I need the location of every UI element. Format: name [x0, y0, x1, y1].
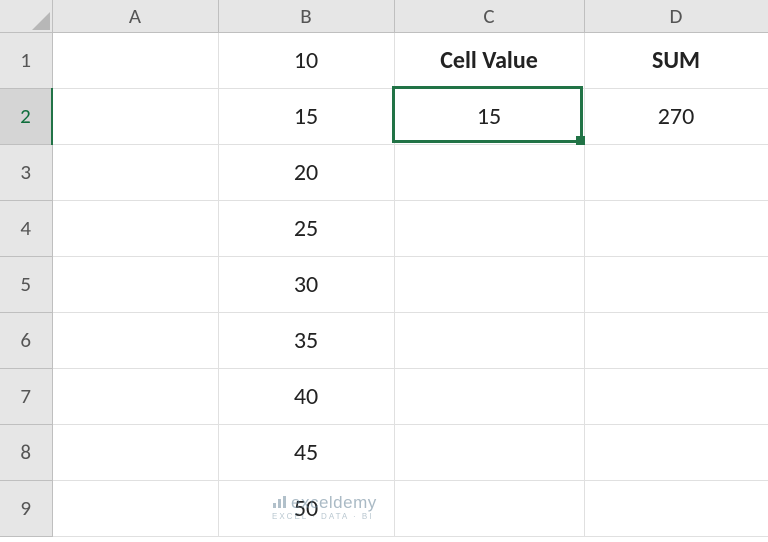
row-head-1[interactable]: 1 [0, 32, 52, 88]
cell-C1[interactable]: Cell Value [394, 32, 584, 88]
cell-A6[interactable] [52, 312, 218, 368]
cell-D7[interactable] [584, 368, 768, 424]
row-head-3[interactable]: 3 [0, 144, 52, 200]
cell-B6[interactable]: 35 [218, 312, 394, 368]
row-9: 9 50 [0, 480, 768, 536]
cell-C2[interactable]: 15 [394, 88, 584, 144]
cell-C3[interactable] [394, 144, 584, 200]
cell-B4[interactable]: 25 [218, 200, 394, 256]
cell-D4[interactable] [584, 200, 768, 256]
col-head-A[interactable]: A [52, 0, 218, 32]
row-5: 5 30 [0, 256, 768, 312]
cell-C9[interactable] [394, 480, 584, 536]
row-1: 1 10 Cell Value SUM [0, 32, 768, 88]
cell-A9[interactable] [52, 480, 218, 536]
row-6: 6 35 [0, 312, 768, 368]
cell-D5[interactable] [584, 256, 768, 312]
cell-D3[interactable] [584, 144, 768, 200]
cell-A2[interactable] [52, 88, 218, 144]
cell-A7[interactable] [52, 368, 218, 424]
cell-B9[interactable]: 50 [218, 480, 394, 536]
row-head-2[interactable]: 2 [0, 88, 52, 144]
cell-C4[interactable] [394, 200, 584, 256]
cell-B2[interactable]: 15 [218, 88, 394, 144]
cell-A3[interactable] [52, 144, 218, 200]
select-all-corner[interactable] [0, 0, 52, 32]
cell-C7[interactable] [394, 368, 584, 424]
row-2: 2 15 15 270 [0, 88, 768, 144]
cell-A5[interactable] [52, 256, 218, 312]
grid-body: 1 10 Cell Value SUM 2 15 15 270 3 20 [0, 32, 768, 536]
cell-B5[interactable]: 30 [218, 256, 394, 312]
spreadsheet: A B C D 1 10 Cell Value SUM 2 15 15 270 [0, 0, 768, 542]
cell-A8[interactable] [52, 424, 218, 480]
row-head-7[interactable]: 7 [0, 368, 52, 424]
cell-D1[interactable]: SUM [584, 32, 768, 88]
cell-A1[interactable] [52, 32, 218, 88]
cell-D9[interactable] [584, 480, 768, 536]
grid: A B C D 1 10 Cell Value SUM 2 15 15 270 [0, 0, 768, 537]
row-3: 3 20 [0, 144, 768, 200]
row-head-4[interactable]: 4 [0, 200, 52, 256]
row-head-6[interactable]: 6 [0, 312, 52, 368]
cell-B1[interactable]: 10 [218, 32, 394, 88]
cell-C8[interactable] [394, 424, 584, 480]
col-head-C[interactable]: C [394, 0, 584, 32]
cell-D2[interactable]: 270 [584, 88, 768, 144]
cell-C6[interactable] [394, 312, 584, 368]
row-head-5[interactable]: 5 [0, 256, 52, 312]
select-all-triangle-icon [32, 12, 50, 30]
cell-A4[interactable] [52, 200, 218, 256]
row-8: 8 45 [0, 424, 768, 480]
col-head-B[interactable]: B [218, 0, 394, 32]
cell-D6[interactable] [584, 312, 768, 368]
row-4: 4 25 [0, 200, 768, 256]
cell-B7[interactable]: 40 [218, 368, 394, 424]
row-head-8[interactable]: 8 [0, 424, 52, 480]
cell-B8[interactable]: 45 [218, 424, 394, 480]
cell-C5[interactable] [394, 256, 584, 312]
row-7: 7 40 [0, 368, 768, 424]
row-head-9[interactable]: 9 [0, 480, 52, 536]
cell-B3[interactable]: 20 [218, 144, 394, 200]
cell-D8[interactable] [584, 424, 768, 480]
col-head-D[interactable]: D [584, 0, 768, 32]
